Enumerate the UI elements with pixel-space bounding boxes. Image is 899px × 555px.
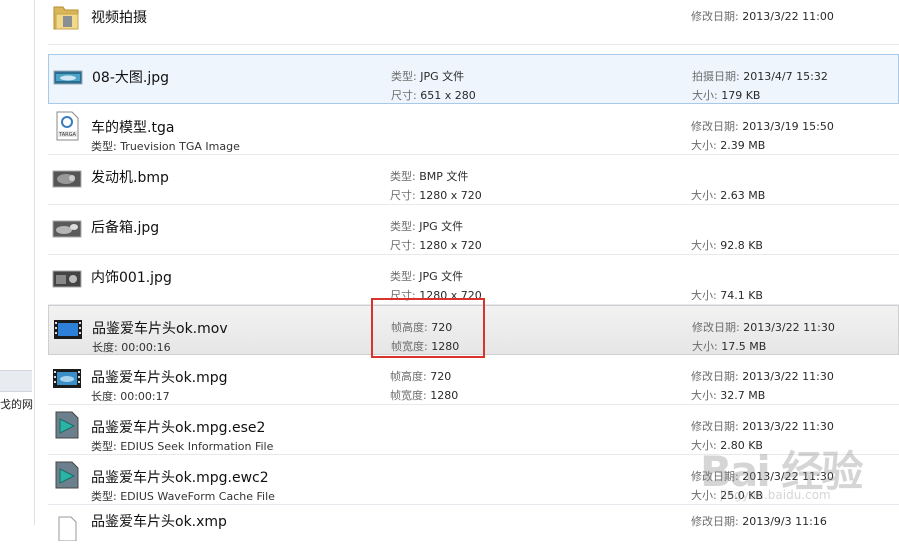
file-name[interactable]: 发动机.bmp <box>91 167 169 187</box>
meta-key: 修改日期: <box>691 10 739 23</box>
edius-file-icon <box>55 461 79 489</box>
file-type: 类型: EDIUS WaveForm Cache File <box>91 490 275 503</box>
meta-value: 2.39 MB <box>720 139 766 152</box>
meta-value: 1280 x 720 <box>419 189 482 202</box>
meta-value: 2013/9/3 11:16 <box>742 515 827 528</box>
video-thumbnail-icon <box>53 369 81 388</box>
meta-value: 2013/3/22 11:30 <box>743 321 835 334</box>
file-row[interactable]: 后备箱.jpg 类型: JPG 文件 尺寸: 1280 x 720 大小: 92… <box>48 205 899 255</box>
meta-key: 大小: <box>691 289 717 302</box>
file-name[interactable]: 内饰001.jpg <box>91 267 172 287</box>
file-name[interactable]: 品鉴爱车片头ok.mpg.ese2 <box>91 417 265 437</box>
file-name[interactable]: 后备箱.jpg <box>91 217 159 237</box>
image-thumbnail-icon <box>53 70 83 85</box>
meta-key: 类型: <box>390 170 416 183</box>
meta-value: 2013/4/7 15:32 <box>743 70 828 83</box>
meta-value: JPG 文件 <box>419 220 464 233</box>
meta-value: 17.5 MB <box>721 340 767 353</box>
meta-key: 大小: <box>692 340 718 353</box>
meta-value: 1280 <box>430 389 459 402</box>
meta-key: 修改日期: <box>691 120 739 133</box>
svg-text:TARGA: TARGA <box>58 132 76 138</box>
video-icon <box>54 320 82 339</box>
image-thumbnail-icon <box>52 170 82 188</box>
meta-key: 拍摄日期: <box>692 70 740 83</box>
meta-value: 2.63 MB <box>720 189 766 202</box>
edius-file-icon <box>55 411 79 439</box>
file-name[interactable]: 08-大图.jpg <box>92 67 169 87</box>
file-name[interactable]: 视频拍摄 <box>91 7 147 27</box>
meta-value: 74.1 KB <box>720 289 763 302</box>
meta-key: 修改日期: <box>692 321 740 334</box>
meta-key: 大小: <box>691 239 717 252</box>
meta-key: 类型: <box>390 270 416 283</box>
file-name[interactable]: 品鉴爱车片头ok.mpg.ewc2 <box>91 467 269 487</box>
meta-value: 92.8 KB <box>720 239 763 252</box>
file-row[interactable]: TARGA 车的模型.tga 类型: Truevision TGA Image … <box>48 105 899 155</box>
meta-key: 类型: <box>390 220 416 233</box>
meta-value: 2013/3/22 11:30 <box>742 370 834 383</box>
meta-value: 651 x 280 <box>420 89 476 102</box>
meta-value: 1280 x 720 <box>419 239 482 252</box>
meta-key: 修改日期: <box>691 420 739 433</box>
meta-key: 大小: <box>692 89 718 102</box>
file-name[interactable]: 品鉴爱车片头ok.xmp <box>91 511 227 531</box>
file-type: 类型: Truevision TGA Image <box>91 140 240 153</box>
meta-value: 720 <box>430 370 452 383</box>
file-type: 类型: EDIUS Seek Information File <box>91 440 274 453</box>
file-row[interactable]: 视频拍摄 修改日期: 2013/3/22 11:00 <box>48 0 899 45</box>
navigation-pane: 戈的网 <box>0 0 35 525</box>
meta-key: 尺寸: <box>391 89 417 102</box>
file-row[interactable]: 发动机.bmp 类型: BMP 文件 尺寸: 1280 x 720 大小: 2.… <box>48 155 899 205</box>
baidu-watermark: Bai 经验 jingyan.baidu.com <box>700 438 890 508</box>
meta-key: 修改日期: <box>691 370 739 383</box>
meta-value: 32.7 MB <box>720 389 766 402</box>
file-row[interactable]: 品鉴爱车片头ok.mpg 长度: 00:00:17 帧高度: 720 帧宽度: … <box>48 355 899 405</box>
meta-value: BMP 文件 <box>419 170 469 183</box>
file-length: 长度: 00:00:16 <box>92 341 171 354</box>
meta-key: 大小: <box>691 389 717 402</box>
meta-value: 2013/3/22 11:00 <box>742 10 834 23</box>
meta-key: 帧高度: <box>390 370 427 383</box>
file-row[interactable]: 品鉴爱车片头ok.xmp 修改日期: 2013/9/3 11:16 <box>48 505 899 555</box>
file-name[interactable]: 品鉴爱车片头ok.mpg <box>91 367 228 387</box>
meta-key: 大小: <box>691 189 717 202</box>
meta-value: 2013/3/19 15:50 <box>742 120 834 133</box>
meta-key: 帧宽度: <box>390 389 427 402</box>
image-thumbnail-icon <box>52 220 82 238</box>
folder-icon <box>53 6 79 30</box>
meta-value: 2013/3/22 11:30 <box>742 420 834 433</box>
meta-key: 尺寸: <box>390 189 416 202</box>
meta-value: JPG 文件 <box>420 70 465 83</box>
file-length: 长度: 00:00:17 <box>91 390 170 403</box>
file-name[interactable]: 品鉴爱车片头ok.mov <box>92 318 228 338</box>
nav-item-label[interactable]: 戈的网 <box>0 396 33 412</box>
watermark-url: jingyan.baidu.com <box>720 488 831 502</box>
nav-selected-item[interactable] <box>0 370 32 392</box>
highlight-annotation-box <box>371 298 485 358</box>
image-thumbnail-icon <box>52 270 82 288</box>
file-row-selected[interactable]: 08-大图.jpg 类型: JPG 文件 尺寸: 651 x 280 拍摄日期:… <box>48 54 899 104</box>
meta-value: 179 KB <box>721 89 761 102</box>
meta-key: 大小: <box>691 139 717 152</box>
meta-key: 类型: <box>391 70 417 83</box>
targa-file-icon: TARGA <box>56 111 79 141</box>
meta-key: 尺寸: <box>390 239 416 252</box>
meta-value: JPG 文件 <box>419 270 464 283</box>
meta-key: 修改日期: <box>691 515 739 528</box>
blank-file-icon <box>58 516 77 541</box>
file-name[interactable]: 车的模型.tga <box>91 117 174 137</box>
